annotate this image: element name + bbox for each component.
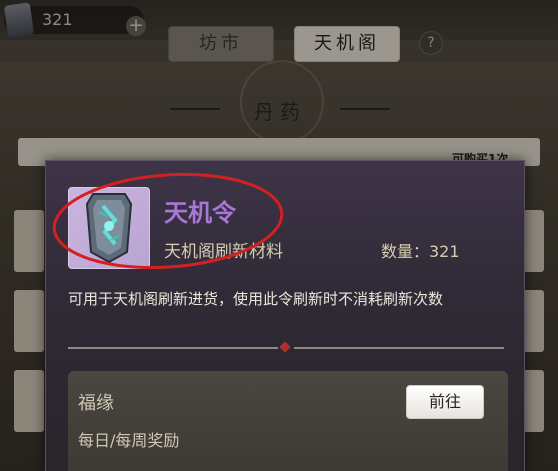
divider-ornament [279, 341, 291, 353]
divider-right [294, 347, 504, 349]
source-title: 福缘 [78, 393, 114, 414]
divider-left [68, 347, 278, 349]
item-name: 天机令 [164, 199, 236, 227]
tianji-token-icon [85, 193, 133, 264]
item-description: 可用于天机阁刷新进货，使用此令刷新时不消耗刷新次数 [68, 290, 444, 308]
item-detail-popup: 天机令 天机阁刷新材料 数量：321 可用于天机阁刷新进货，使用此令刷新时不消耗… [45, 160, 525, 471]
acquisition-source-card: 福缘 每日/每周奖励 前往 [68, 371, 508, 471]
item-subtitle: 天机阁刷新材料 [164, 242, 283, 262]
source-description: 每日/每周奖励 [78, 431, 180, 450]
game-screen: 321 + 坊市 天机阁 ? 丹药 可购买1次 天机令 天机阁刷新材料 数量：3… [0, 0, 558, 471]
item-quantity: 数量：321 [381, 242, 460, 261]
item-icon-frame [68, 187, 150, 269]
goto-button[interactable]: 前往 [406, 385, 484, 419]
